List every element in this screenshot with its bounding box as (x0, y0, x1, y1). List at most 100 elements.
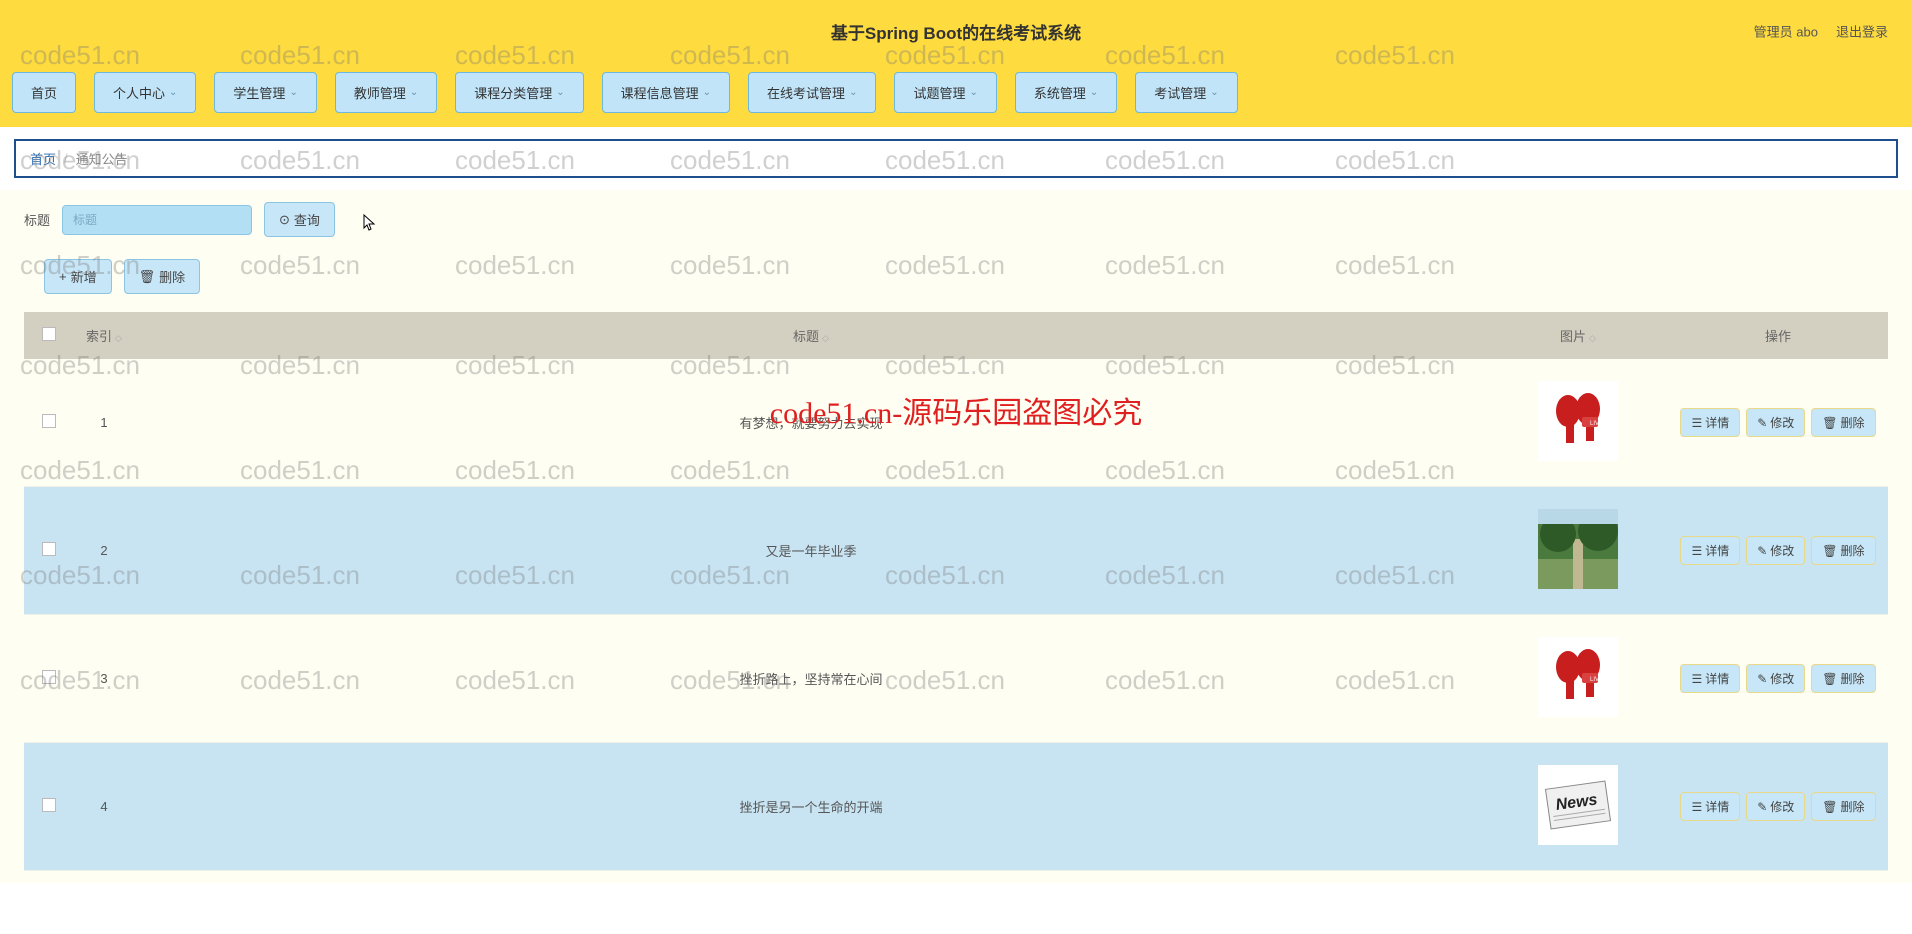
nav-item-1[interactable]: 个人中心⌄ (94, 72, 196, 113)
svg-text:LIVE: LIVE (1590, 677, 1603, 683)
action-group: ☰ 详情 ✎ 修改 🗑 删除 (1676, 664, 1880, 693)
row-checkbox[interactable] (42, 798, 56, 812)
header-checkbox-cell (24, 312, 74, 359)
breadcrumb-home[interactable]: 首页 (30, 149, 56, 168)
list-icon: ☰ (1691, 544, 1702, 558)
thumbnail: News (1538, 765, 1618, 845)
thumbnail (1538, 509, 1618, 589)
nav-item-2[interactable]: 学生管理⌄ (214, 72, 316, 113)
header-image[interactable]: 图片◇ (1488, 312, 1668, 359)
row-checkbox[interactable] (42, 670, 56, 684)
chevron-down-icon: ⌄ (703, 87, 711, 98)
chevron-down-icon: ⌄ (849, 87, 857, 98)
breadcrumb-current: 通知公告 (76, 149, 128, 168)
thumbnail: LIVE (1538, 637, 1618, 717)
edit-button[interactable]: ✎ 修改 (1746, 536, 1805, 565)
chevron-down-icon: ⌄ (969, 87, 977, 98)
search-icon: ⊙ (279, 212, 290, 228)
nav-item-7[interactable]: 试题管理⌄ (894, 72, 996, 113)
sort-icon: ◇ (1589, 333, 1596, 343)
breadcrumb-sep: / (64, 151, 68, 166)
table-row: 1 有梦想，就要努力去实现 LIVE ☰ 详情 ✎ 修改 🗑 删除 (24, 359, 1888, 487)
filter-row: 标题 ⊙ 查询 (24, 202, 1888, 237)
row-title: 又是一年毕业季 (134, 487, 1488, 615)
row-title: 挫折路上，坚持常在心间 (134, 615, 1488, 743)
app-title: 基于Spring Boot的在线考试系统 (831, 19, 1081, 44)
table-header-row: 索引◇ 标题◇ 图片◇ 操作 (24, 312, 1888, 359)
detail-button[interactable]: ☰ 详情 (1680, 792, 1740, 821)
trash-icon: 🗑 (1822, 544, 1837, 558)
add-button[interactable]: + 新增 (44, 259, 112, 294)
row-index: 3 (74, 615, 134, 743)
toolbar: + 新增 🗑 删除 (24, 259, 1888, 294)
pencil-icon: ✎ (1757, 544, 1767, 558)
header-index[interactable]: 索引◇ (74, 312, 134, 359)
nav-item-5[interactable]: 课程信息管理⌄ (602, 72, 730, 113)
select-all-checkbox[interactable] (42, 327, 56, 341)
search-button[interactable]: ⊙ 查询 (264, 202, 335, 237)
action-group: ☰ 详情 ✎ 修改 🗑 删除 (1676, 408, 1880, 437)
delete-button[interactable]: 🗑 删除 (124, 259, 201, 294)
row-title: 挫折是另一个生命的开端 (134, 743, 1488, 871)
chevron-down-icon: ⌄ (169, 87, 177, 98)
nav-item-0[interactable]: 首页 (12, 72, 76, 113)
row-image: LIVE (1488, 359, 1668, 487)
row-checkbox[interactable] (42, 414, 56, 428)
header-title[interactable]: 标题◇ (134, 312, 1488, 359)
row-delete-button[interactable]: 🗑 删除 (1811, 664, 1875, 693)
chevron-down-icon: ⌄ (289, 87, 297, 98)
nav-item-8[interactable]: 系统管理⌄ (1015, 72, 1117, 113)
header-bar: 基于Spring Boot的在线考试系统 管理员 abo 退出登录 (0, 0, 1912, 62)
chevron-down-icon: ⌄ (1210, 87, 1218, 98)
header-action: 操作 (1668, 312, 1888, 359)
thumbnail: LIVE (1538, 381, 1618, 461)
title-input[interactable] (62, 205, 252, 235)
chevron-down-icon: ⌄ (556, 87, 564, 98)
trash-icon: 🗑 (139, 269, 156, 285)
breadcrumb: 首页 / 通知公告 (14, 139, 1898, 178)
edit-button[interactable]: ✎ 修改 (1746, 664, 1805, 693)
pencil-icon: ✎ (1757, 800, 1767, 814)
action-group: ☰ 详情 ✎ 修改 🗑 删除 (1676, 792, 1880, 821)
detail-button[interactable]: ☰ 详情 (1680, 664, 1740, 693)
edit-button[interactable]: ✎ 修改 (1746, 408, 1805, 437)
logout-link[interactable]: 退出登录 (1836, 22, 1888, 41)
row-image: LIVE (1488, 615, 1668, 743)
header-right: 管理员 abo 退出登录 (1754, 22, 1888, 41)
edit-button[interactable]: ✎ 修改 (1746, 792, 1805, 821)
row-index: 2 (74, 487, 134, 615)
pencil-icon: ✎ (1757, 416, 1767, 430)
nav-item-4[interactable]: 课程分类管理⌄ (455, 72, 583, 113)
row-index: 4 (74, 743, 134, 871)
row-checkbox[interactable] (42, 542, 56, 556)
main-nav: 首页个人中心⌄ 学生管理⌄ 教师管理⌄ 课程分类管理⌄ 课程信息管理⌄ 在线考试管理⌄ 试题… (0, 62, 1912, 127)
row-delete-button[interactable]: 🗑 删除 (1811, 408, 1875, 437)
table-row: 3 挫折路上，坚持常在心间 LIVE ☰ 详情 ✎ 修改 🗑 删除 (24, 615, 1888, 743)
svg-text:LIVE: LIVE (1590, 421, 1603, 427)
row-image: News (1488, 743, 1668, 871)
trash-icon: 🗑 (1822, 672, 1837, 686)
nav-item-9[interactable]: 考试管理⌄ (1135, 72, 1237, 113)
nav-item-6[interactable]: 在线考试管理⌄ (748, 72, 876, 113)
nav-item-3[interactable]: 教师管理⌄ (335, 72, 437, 113)
row-image (1488, 487, 1668, 615)
row-delete-button[interactable]: 🗑 删除 (1811, 536, 1875, 565)
trash-icon: 🗑 (1822, 416, 1837, 430)
row-delete-button[interactable]: 🗑 删除 (1811, 792, 1875, 821)
pencil-icon: ✎ (1757, 672, 1767, 686)
admin-label[interactable]: 管理员 abo (1754, 22, 1818, 41)
sort-icon: ◇ (115, 333, 122, 343)
list-icon: ☰ (1691, 800, 1702, 814)
list-icon: ☰ (1691, 672, 1702, 686)
detail-button[interactable]: ☰ 详情 (1680, 536, 1740, 565)
plus-icon: + (59, 269, 67, 284)
sort-icon: ◇ (822, 333, 829, 343)
table-row: 2 又是一年毕业季 ☰ 详情 ✎ 修改 🗑 删除 (24, 487, 1888, 615)
filter-label: 标题 (24, 210, 50, 229)
content-area: 标题 ⊙ 查询 + 新增 🗑 删除 索引◇ (0, 190, 1912, 883)
row-index: 1 (74, 359, 134, 487)
detail-button[interactable]: ☰ 详情 (1680, 408, 1740, 437)
row-title: 有梦想，就要努力去实现 (134, 359, 1488, 487)
table-row: 4 挫折是另一个生命的开端 News ☰ 详情 ✎ 修改 🗑 删除 (24, 743, 1888, 871)
chevron-down-icon: ⌄ (410, 87, 418, 98)
